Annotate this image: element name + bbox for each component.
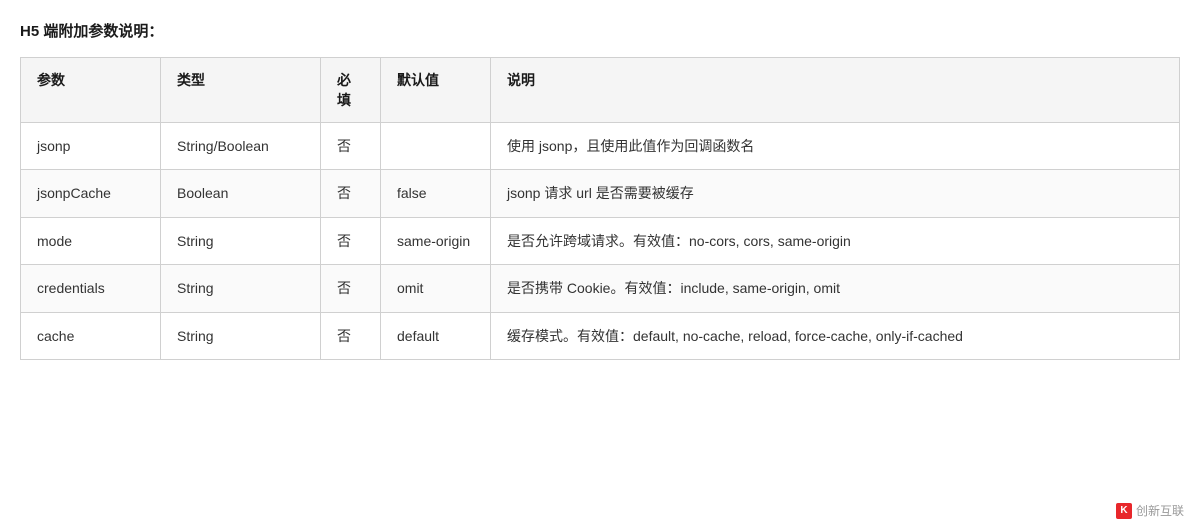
watermark-icon: K: [1116, 503, 1132, 519]
cell-type: String/Boolean: [161, 123, 321, 170]
cell-type: String: [161, 217, 321, 264]
col-header-default: 默认值: [381, 58, 491, 123]
table-row: jsonpCacheBoolean否falsejsonp 请求 url 是否需要…: [21, 170, 1180, 217]
cell-description: jsonp 请求 url 是否需要被缓存: [491, 170, 1180, 217]
cell-default: default: [381, 312, 491, 359]
cell-type: String: [161, 312, 321, 359]
table-row: modeString否same-origin是否允许跨域请求。有效值：no-co…: [21, 217, 1180, 264]
cell-type: String: [161, 265, 321, 312]
page-title: H5 端附加参数说明：: [20, 20, 1180, 41]
cell-required: 否: [321, 170, 381, 217]
cell-default: omit: [381, 265, 491, 312]
cell-default: same-origin: [381, 217, 491, 264]
cell-required: 否: [321, 265, 381, 312]
watermark-text: 创新互联: [1136, 502, 1184, 519]
cell-type: Boolean: [161, 170, 321, 217]
cell-param: mode: [21, 217, 161, 264]
cell-description: 是否允许跨域请求。有效值：no-cors, cors, same-origin: [491, 217, 1180, 264]
cell-required: 否: [321, 312, 381, 359]
cell-param: jsonp: [21, 123, 161, 170]
cell-default: false: [381, 170, 491, 217]
cell-required: 否: [321, 217, 381, 264]
params-table: 参数 类型 必填 默认值 说明 jsonpString/Boolean否使用 j…: [20, 57, 1180, 360]
col-header-required: 必填: [321, 58, 381, 123]
table-row: jsonpString/Boolean否 使用 jsonp，且使用此值作为回调函数…: [21, 123, 1180, 170]
cell-description: 缓存模式。有效值：default, no-cache, reload, forc…: [491, 312, 1180, 359]
cell-param: cache: [21, 312, 161, 359]
cell-description: 是否携带 Cookie。有效值：include, same-origin, om…: [491, 265, 1180, 312]
cell-description: 使用 jsonp，且使用此值作为回调函数名: [491, 123, 1180, 170]
table-row: credentialsString否omit是否携带 Cookie。有效值：in…: [21, 265, 1180, 312]
cell-default: [381, 123, 491, 170]
table-row: cacheString否default缓存模式。有效值：default, no-…: [21, 312, 1180, 359]
col-header-type: 类型: [161, 58, 321, 123]
col-header-param: 参数: [21, 58, 161, 123]
cell-required: 否: [321, 123, 381, 170]
table-header-row: 参数 类型 必填 默认值 说明: [21, 58, 1180, 123]
cell-param: credentials: [21, 265, 161, 312]
col-header-description: 说明: [491, 58, 1180, 123]
cell-param: jsonpCache: [21, 170, 161, 217]
watermark: K 创新互联: [1116, 502, 1184, 519]
